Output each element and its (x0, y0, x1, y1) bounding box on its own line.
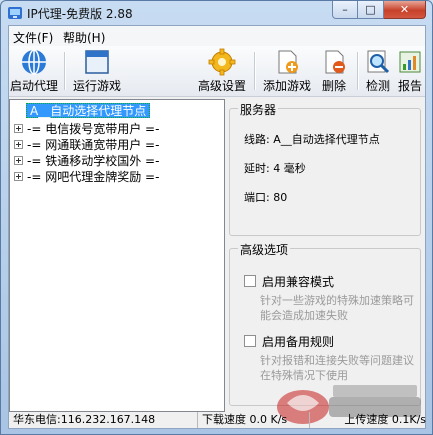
menu-help[interactable]: 帮助(H) (63, 29, 105, 46)
close-button[interactable]: ✕ (384, 1, 426, 19)
status-download-speed: 下载速度 0.0 K/s (197, 412, 312, 428)
globe-icon (22, 49, 46, 75)
toolbar-separator (64, 52, 66, 90)
status-bar: 华东电信:116.232.167.148 下载速度 0.0 K/s 上传速度 0… (9, 412, 426, 428)
magnifier-icon (367, 50, 390, 74)
add-game-button[interactable]: 添加游戏 (261, 48, 313, 94)
start-proxy-label: 启动代理 (9, 79, 58, 93)
tree-item-label: -= 网通联通宽带用户 =- (27, 137, 160, 152)
port-field: 端口: 80 (244, 189, 287, 205)
server-group: 服务器 线路: A__自动选择代理节点 延时: 4 毫秒 端口: 80 (229, 101, 421, 236)
server-group-title: 服务器 (238, 101, 279, 118)
delete-label: 删除 (321, 79, 346, 93)
backup-rules-description: 针对报错和连接失败等问题建议在特殊情况下使用 (260, 354, 414, 382)
port-label: 端口: (244, 191, 270, 204)
latency-field: 延时: 4 毫秒 (244, 160, 306, 176)
advanced-settings-button[interactable]: 高级设置 (195, 48, 249, 94)
expand-plus-icon[interactable] (14, 155, 23, 165)
start-proxy-button[interactable]: 启动代理 (9, 48, 59, 94)
latency-label: 延时: (244, 162, 270, 175)
expand-plus-icon[interactable] (14, 139, 23, 149)
maximize-button[interactable]: □ (358, 1, 384, 19)
toolbar-separator (254, 52, 256, 90)
window-icon (85, 50, 109, 74)
port-value: 80 (273, 191, 288, 204)
route-label: 线路: (244, 133, 270, 146)
route-field: 线路: A__自动选择代理节点 (244, 131, 380, 147)
report-icon (399, 51, 421, 73)
advanced-options-group: 高级选项 启用兼容模式 针对一些游戏的特殊加速策略可能会造成加速失败 启用备用规… (229, 241, 421, 406)
remove-document-icon (325, 50, 345, 74)
status-upload-speed: 上传速度 0.1K/s (309, 412, 426, 428)
tree-item-label: -= 铁通移动学校国外 =- (27, 153, 160, 168)
tree-item-telecom[interactable]: -= 电信拨号宽带用户 =- (10, 120, 159, 136)
menu-file[interactable]: 文件(F) (13, 29, 53, 46)
tree-item-netbar[interactable]: -= 网吧代理金牌奖励 =- (10, 168, 159, 184)
window-title: IP代理-免费版 2.88 (27, 7, 133, 21)
toolbar-separator (357, 52, 359, 90)
advanced-settings-label: 高级设置 (197, 79, 246, 93)
compat-mode-label[interactable]: 启用兼容模式 (262, 273, 334, 290)
toolbar: 启动代理 运行游戏 高级设置 添加游戏 删除 检测 报告 (9, 46, 425, 97)
tree-item-label: -= 网吧代理金牌奖励 =- (27, 169, 160, 184)
advanced-group-title: 高级选项 (238, 241, 291, 258)
run-game-label: 运行游戏 (72, 79, 121, 93)
server-tree[interactable]: A__自动选择代理节点 -= 电信拨号宽带用户 =- -= 网通联通宽带用户 =… (9, 99, 225, 412)
tree-item-railcom[interactable]: -= 铁通移动学校国外 =- (10, 152, 159, 168)
tree-item-auto-select[interactable]: A__自动选择代理节点 (26, 103, 151, 118)
client-area: 文件(F) 帮助(H) 启动代理 运行游戏 高级设置 添加游戏 删除 检测 报告… (8, 25, 426, 429)
menu-bar: 文件(F) 帮助(H) (9, 26, 425, 46)
expand-plus-icon[interactable] (14, 123, 23, 133)
gear-icon (208, 48, 236, 76)
tree-item-label: -= 电信拨号宽带用户 =- (27, 121, 160, 136)
add-document-icon (278, 50, 298, 74)
report-label: 报告 (397, 79, 422, 93)
minimize-button[interactable]: – (332, 1, 358, 19)
latency-value: 4 毫秒 (273, 162, 306, 175)
detect-label: 检测 (365, 79, 390, 93)
delete-button[interactable]: 删除 (316, 48, 352, 94)
title-bar[interactable]: IP代理-免费版 2.88 – □ ✕ (1, 1, 432, 25)
detect-button[interactable]: 检测 (363, 48, 393, 94)
run-game-button[interactable]: 运行游戏 (71, 48, 123, 94)
route-value: A__自动选择代理节点 (273, 133, 380, 146)
compat-mode-description: 针对一些游戏的特殊加速策略可能会造成加速失败 (260, 294, 414, 322)
status-isp-ip: 华东电信:116.232.167.148 (13, 413, 156, 426)
backup-rules-label[interactable]: 启用备用规则 (262, 333, 334, 350)
add-game-label: 添加游戏 (262, 79, 311, 93)
tree-item-unicom[interactable]: -= 网通联通宽带用户 =- (10, 136, 159, 152)
report-button[interactable]: 报告 (395, 48, 425, 94)
backup-rules-checkbox[interactable] (244, 335, 256, 347)
expand-plus-icon[interactable] (14, 171, 23, 181)
app-window: IP代理-免费版 2.88 – □ ✕ 文件(F) 帮助(H) 启动代理 运行游… (0, 0, 433, 435)
compat-mode-checkbox[interactable] (244, 275, 256, 287)
app-network-icon (8, 7, 22, 19)
